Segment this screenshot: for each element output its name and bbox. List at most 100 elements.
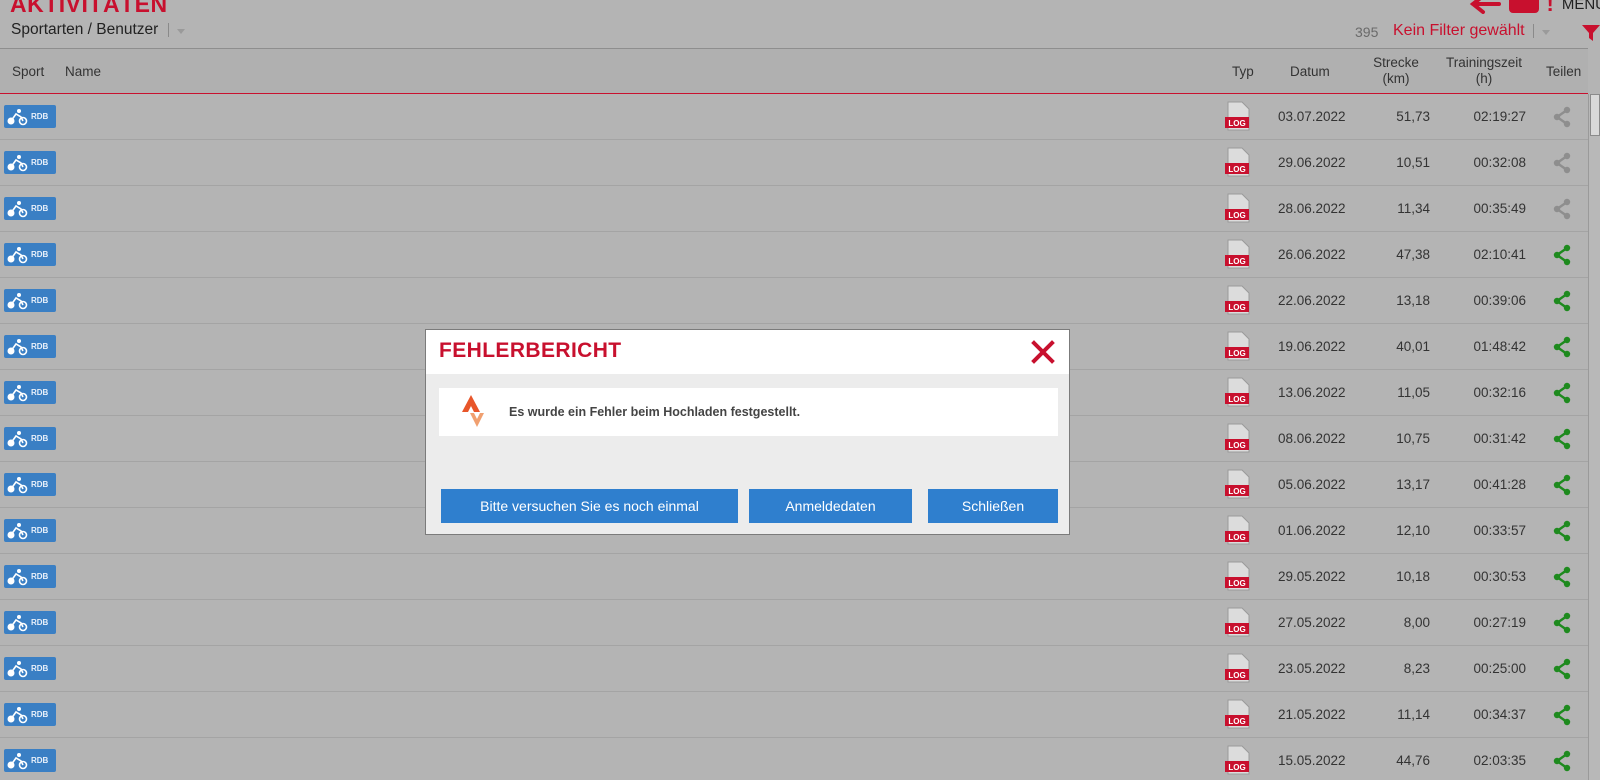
retry-button[interactable]: Bitte versuchen Sie es noch einmal: [441, 489, 738, 523]
bike-icon: [7, 476, 28, 493]
log-type-label: LOG: [1228, 303, 1245, 312]
sport-user-selector[interactable]: Sportarten / Benutzer: [11, 21, 186, 39]
activity-count: 395: [1355, 24, 1379, 40]
bike-icon: [7, 568, 28, 585]
sport-code: RDB: [31, 204, 49, 213]
activity-distance: 40,01: [1396, 339, 1430, 354]
table-row[interactable]: RDB LOG 26.06.2022 47,38 02:10:41: [0, 232, 1588, 278]
scrollbar[interactable]: [1588, 94, 1600, 780]
activity-date: 29.05.2022: [1278, 569, 1346, 584]
sport-badge: RDB: [4, 335, 56, 358]
table-row[interactable]: RDB LOG 27.05.2022 8,00 00:27:19: [0, 600, 1588, 646]
share-icon[interactable]: [1552, 244, 1572, 266]
activity-distance: 10,51: [1396, 155, 1430, 170]
log-file-icon[interactable]: LOG: [1225, 285, 1251, 315]
table-row[interactable]: RDB LOG 23.05.2022 8,23 00:25:00: [0, 646, 1588, 692]
sport-badge: RDB: [4, 519, 56, 542]
share-icon[interactable]: [1552, 750, 1572, 772]
log-file-icon[interactable]: LOG: [1225, 515, 1251, 545]
sport-badge: RDB: [4, 381, 56, 404]
scrollbar-thumb[interactable]: [1590, 94, 1600, 136]
activity-time: 00:33:57: [1473, 523, 1526, 538]
sport-code: RDB: [31, 112, 49, 121]
sport-user-label: Sportarten / Benutzer: [11, 21, 159, 38]
share-icon[interactable]: [1552, 704, 1572, 726]
share-icon[interactable]: [1552, 382, 1572, 404]
column-header-strecke[interactable]: Strecke (km): [1358, 55, 1434, 87]
table-row[interactable]: RDB LOG 21.05.2022 11,14 00:34:37: [0, 692, 1588, 738]
menu-button[interactable]: MENÜ: [1562, 0, 1600, 13]
sport-code: RDB: [31, 756, 49, 765]
table-row[interactable]: RDB LOG 03.07.2022 51,73 02:19:27: [0, 94, 1588, 140]
share-icon[interactable]: [1552, 658, 1572, 680]
share-icon[interactable]: [1552, 106, 1572, 128]
log-file-icon[interactable]: LOG: [1225, 193, 1251, 223]
column-header-sport[interactable]: Sport: [12, 64, 44, 80]
log-file-icon[interactable]: LOG: [1225, 561, 1251, 591]
log-file-icon[interactable]: LOG: [1225, 607, 1251, 637]
activity-distance: 10,75: [1396, 431, 1430, 446]
bike-icon: [7, 108, 28, 125]
log-file-icon[interactable]: LOG: [1225, 147, 1251, 177]
sport-code: RDB: [31, 158, 49, 167]
activity-distance: 13,17: [1396, 477, 1430, 492]
activity-date: 05.06.2022: [1278, 477, 1346, 492]
table-row[interactable]: RDB LOG 29.06.2022 10,51 00:32:08: [0, 140, 1588, 186]
log-file-icon[interactable]: LOG: [1225, 745, 1251, 775]
close-icon[interactable]: [1031, 340, 1055, 364]
log-file-icon[interactable]: LOG: [1225, 101, 1251, 131]
bike-icon: [7, 200, 28, 217]
exclamation-icon[interactable]: !: [1547, 0, 1554, 15]
share-icon[interactable]: [1552, 520, 1572, 542]
table-row[interactable]: RDB LOG 15.05.2022 44,76 02:03:35: [0, 738, 1588, 780]
log-file-icon[interactable]: LOG: [1225, 469, 1251, 499]
activity-time: 00:32:16: [1473, 385, 1526, 400]
column-header-trainingszeit[interactable]: Trainingszeit (h): [1436, 55, 1532, 87]
filter-status[interactable]: Kein Filter gewählt: [1393, 22, 1550, 40]
share-icon[interactable]: [1552, 612, 1572, 634]
log-file-icon[interactable]: LOG: [1225, 377, 1251, 407]
log-type-label: LOG: [1228, 349, 1245, 358]
column-header-name[interactable]: Name: [65, 64, 101, 80]
activity-distance: 11,05: [1397, 385, 1430, 400]
column-header-teilen[interactable]: Teilen: [1546, 64, 1581, 80]
sport-badge: RDB: [4, 151, 56, 174]
share-icon[interactable]: [1552, 474, 1572, 496]
column-header-typ[interactable]: Typ: [1232, 64, 1254, 80]
log-type-label: LOG: [1228, 625, 1245, 634]
sport-badge: RDB: [4, 105, 56, 128]
column-header-datum[interactable]: Datum: [1290, 64, 1330, 80]
log-file-icon[interactable]: LOG: [1225, 423, 1251, 453]
chevron-down-icon[interactable]: [177, 28, 186, 34]
login-credentials-button[interactable]: Anmeldedaten: [749, 489, 912, 523]
log-file-icon[interactable]: LOG: [1225, 653, 1251, 683]
log-type-label: LOG: [1228, 165, 1245, 174]
filter-status-label: Kein Filter gewählt: [1393, 22, 1525, 39]
back-arrow-icon[interactable]: [1469, 0, 1501, 14]
sport-badge: RDB: [4, 611, 56, 634]
close-button[interactable]: Schließen: [928, 489, 1058, 523]
bike-icon: [7, 660, 28, 677]
error-message-box: Es wurde ein Fehler beim Hochladen festg…: [439, 388, 1058, 436]
log-type-label: LOG: [1228, 211, 1245, 220]
log-file-icon[interactable]: LOG: [1225, 239, 1251, 269]
log-file-icon[interactable]: LOG: [1225, 331, 1251, 361]
column-header-strecke-line2: (km): [1382, 71, 1410, 86]
table-row[interactable]: RDB LOG 22.06.2022 13,18 00:39:06: [0, 278, 1588, 324]
share-icon[interactable]: [1552, 336, 1572, 358]
table-row[interactable]: RDB LOG 29.05.2022 10,18 00:30:53: [0, 554, 1588, 600]
share-icon[interactable]: [1552, 198, 1572, 220]
table-row[interactable]: RDB LOG 28.06.2022 11,34 00:35:49: [0, 186, 1588, 232]
activity-date: 23.05.2022: [1278, 661, 1346, 676]
activity-date: 22.06.2022: [1278, 293, 1346, 308]
share-icon[interactable]: [1552, 152, 1572, 174]
sync-icon[interactable]: [1508, 0, 1539, 13]
share-icon[interactable]: [1552, 290, 1572, 312]
chevron-down-icon[interactable]: [1541, 29, 1550, 35]
bike-icon: [7, 154, 28, 171]
log-file-icon[interactable]: LOG: [1225, 699, 1251, 729]
share-icon[interactable]: [1552, 428, 1572, 450]
funnel-icon[interactable]: [1582, 25, 1600, 41]
share-icon[interactable]: [1552, 566, 1572, 588]
activity-distance: 8,23: [1403, 661, 1430, 676]
